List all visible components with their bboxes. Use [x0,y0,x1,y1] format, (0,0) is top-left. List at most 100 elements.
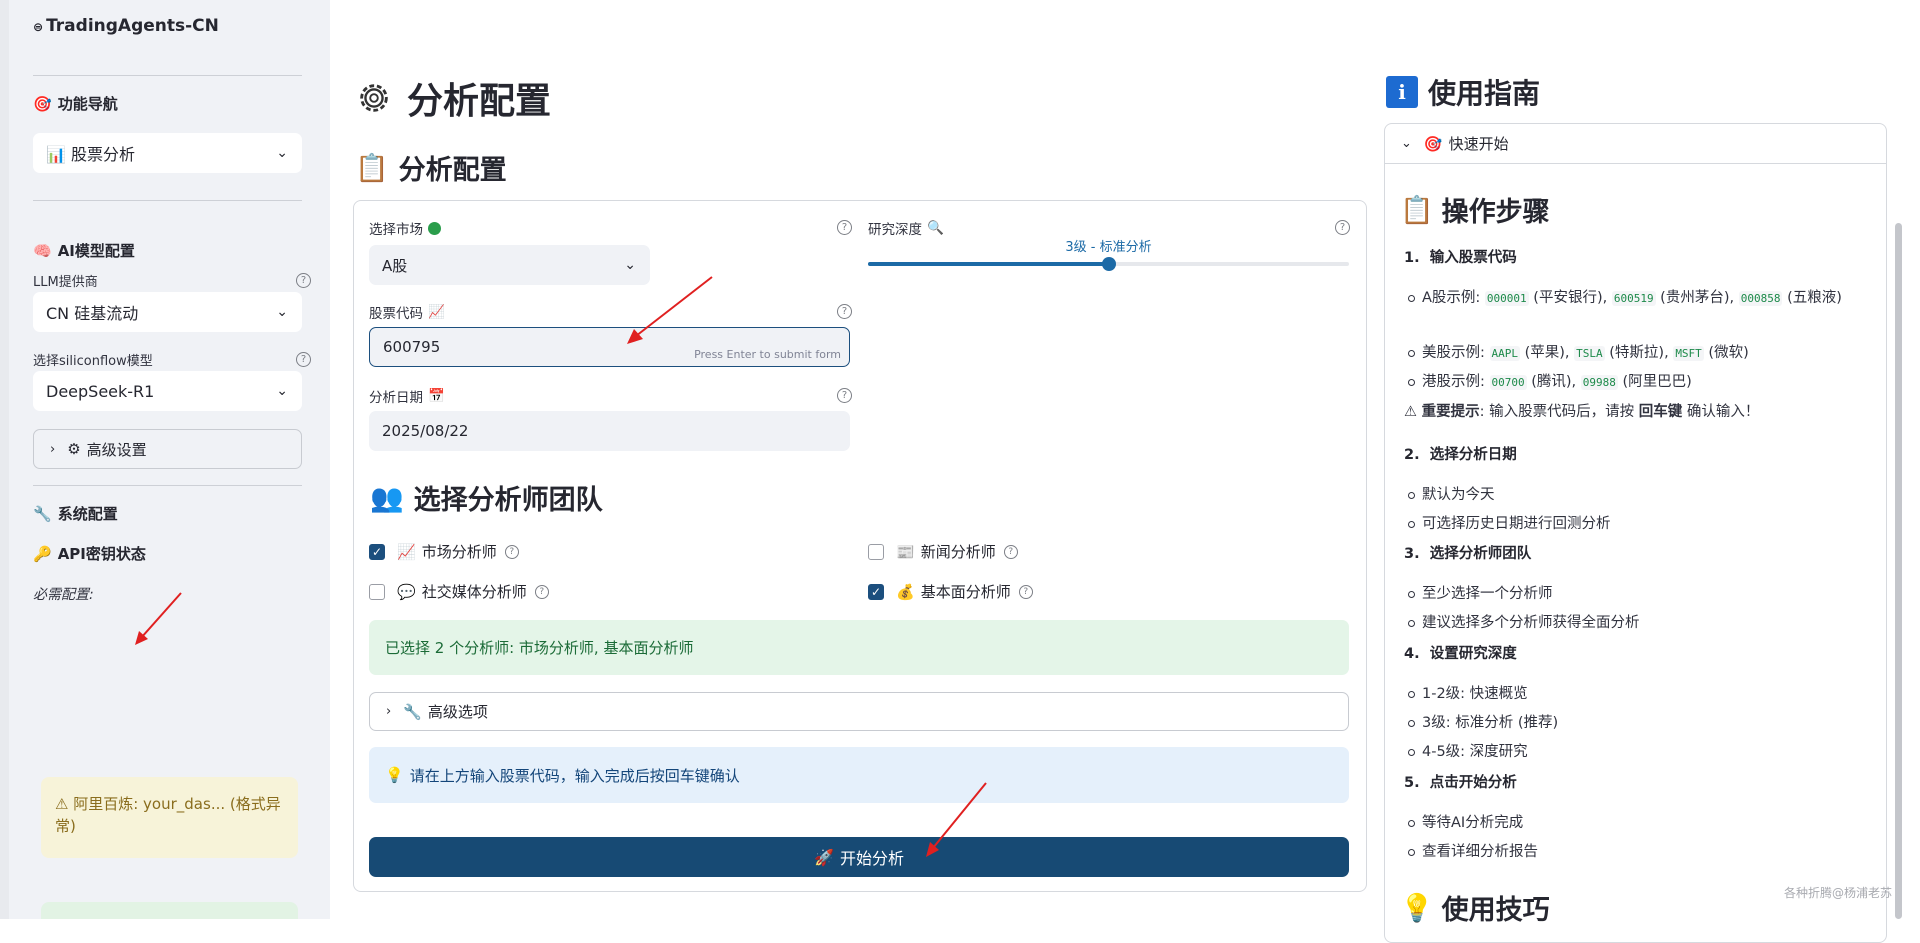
api-key-warning: ⚠ 阿里百炼: your_das... (格式异常) [41,777,298,858]
depth-slider-value: 3级 - 标准分析 [1065,240,1152,255]
api-status-heading: 🔑 API密钥状态 [33,544,146,564]
model-select[interactable]: DeepSeek-R1 ⌄ [33,371,302,411]
brain-icon: 🧠 [33,241,52,260]
gear-icon: ⚙ [67,440,81,458]
start-analysis-button[interactable]: 🚀 开始分析 [369,837,1349,877]
help-icon[interactable]: ? [837,304,852,319]
annotation-arrow [627,276,713,344]
advanced-options-expander[interactable]: › 🔧 高级选项 [369,692,1349,731]
chevron-down-icon: ⌄ [276,304,288,320]
checkbox[interactable]: ✓ [369,543,385,560]
help-icon[interactable]: ? [504,544,519,559]
scrollbar-thumb[interactable] [1895,223,1902,919]
status-box [41,902,298,919]
team-icon: 👥 [370,482,404,514]
system-config-heading: 🔧 系统配置 [33,504,118,524]
step-1: 1. 输入股票代码 [1404,250,1517,266]
ticker-code: 600519 [1611,291,1656,306]
step-4-c: 4-5级: 深度研究 [1408,741,1528,763]
step-4-a: 1-2级: 快速概览 [1408,683,1528,705]
key-icon: 🔑 [33,544,52,563]
quick-start-header[interactable]: ⌄ 🎯 快速开始 [1385,124,1886,164]
checkbox[interactable] [369,583,385,600]
selected-analysts-alert: 已选择 2 个分析师: 市场分析师, 基本面分析师 [369,620,1349,675]
analyst-market-checkbox[interactable]: ✓ 📈 市场分析师 ? [369,541,519,562]
step-2: 2. 选择分析日期 [1404,447,1517,463]
checkbox[interactable] [868,543,884,560]
step-5-a: 等待AI分析完成 [1407,812,1523,834]
wrench-icon: 🔧 [403,702,422,721]
money-bag-icon: 💰 [896,582,915,601]
analyst-fundamental-checkbox[interactable]: ✓ 💰 基本面分析师 ? [868,581,1033,602]
checkbox[interactable]: ✓ [868,583,884,600]
advanced-settings-expander[interactable]: › ⚙ 高级设置 [33,429,302,469]
slider-thumb[interactable] [1101,257,1116,271]
warning-icon: ⚠ [1404,404,1417,420]
required-config-label: 必需配置: [33,587,94,603]
market-select[interactable]: A股 ⌄ [369,245,650,285]
step-1-tip: ⚠ 重要提示: 输入股票代码后，请按 回车键 确认输入！ [1404,404,1760,420]
chevron-right-icon: › [386,704,392,719]
stock-code-input[interactable]: 600795 Press Enter to submit form [369,327,850,367]
llm-provider-select[interactable]: CN 硅基流动 ⌄ [33,292,302,332]
guide-title: i 使用指南 [1386,72,1540,112]
help-icon[interactable]: ? [296,352,311,367]
chart-up-icon: 📈 [428,304,445,320]
step-2-a: 默认为今天 [1408,484,1495,506]
help-icon[interactable]: ? [1335,220,1350,235]
page-title: 分析配置 [355,72,551,124]
steps-title: 📋 操作步骤 [1400,194,1550,229]
step-3-b: 建议选择多个分析师获得全面分析 [1408,612,1640,634]
date-input[interactable]: 2025/08/22 [369,411,850,451]
magnifier-icon: 🔍 [927,220,944,236]
info-alert: 💡 请在上方输入股票代码，输入完成后按回车键确认 [369,747,1349,803]
step-1-hk-shares: 港股示例: 00700 (腾讯), 09988 (阿里巴巴) [1408,371,1692,394]
target-icon: 🎯 [1423,134,1443,153]
step-1-us-shares: 美股示例: AAPL (苹果), TSLA (特斯拉), MSFT (微软) [1408,342,1749,365]
calendar-icon: 📅 [428,388,445,404]
help-icon[interactable]: ? [1003,544,1018,559]
chevron-down-icon: ⌄ [1401,136,1412,151]
divider [33,200,302,201]
help-icon[interactable]: ? [1018,584,1033,599]
team-title: 👥 选择分析师团队 [370,482,603,517]
analyst-news-checkbox[interactable]: 📰 新闻分析师 ? [868,541,1018,562]
ticker-code: 000858 [1738,291,1783,306]
ai-model-heading: 🧠 AI模型配置 [33,241,135,261]
step-3-a: 至少选择一个分析师 [1408,583,1553,605]
help-icon[interactable]: ? [534,584,549,599]
ticker-code: MSFT [1673,346,1704,361]
llm-provider-label: LLM提供商 [33,275,98,290]
annotation-arrow [135,592,182,645]
rocket-icon: 🚀 [814,847,834,867]
ticker-code: AAPL [1489,346,1520,361]
nav-select[interactable]: 📊 股票分析 ⌄ [33,133,302,173]
speech-bubble-icon: 💬 [397,582,416,601]
chevron-right-icon: › [50,441,56,457]
ticker-code: 09988 [1580,375,1618,390]
step-3: 3. 选择分析师团队 [1404,546,1532,562]
section-title: 📋 分析配置 [355,152,507,187]
depth-label: 研究深度 🔍 [868,220,944,238]
divider [33,485,302,486]
step-4: 4. 设置研究深度 [1404,646,1517,662]
depth-slider[interactable] [868,257,1349,271]
input-hint: Press Enter to submit form [694,348,841,361]
warning-icon: ⚠ [55,795,69,813]
step-1-a-shares: A股示例: 000001 (平安银行), 600519 (贵州茅台), 0008… [1408,287,1872,310]
ticker-code: 000001 [1484,291,1529,306]
analyst-social-checkbox[interactable]: 💬 社交媒体分析师 ? [369,581,549,602]
help-icon[interactable]: ? [296,273,311,288]
step-2-b: 可选择历史日期进行回测分析 [1408,513,1611,535]
sidebar: ⊜ TradingAgents-CN 🎯 功能导航 📊 股票分析 ⌄ 🧠 AI模型配置… [0,0,330,919]
wrench-icon: 🔧 [33,504,52,523]
clipboard-icon: 📋 [1400,194,1434,226]
date-label: 分析日期 📅 [369,388,445,406]
help-icon[interactable]: ? [837,388,852,403]
nav-heading: 🎯 功能导航 [33,94,118,114]
model-label: 选择siliconflow模型 [33,354,153,369]
chevron-down-icon: ⌄ [276,145,288,161]
step-5-b: 查看详细分析报告 [1408,841,1538,863]
divider [33,75,302,76]
help-icon[interactable]: ? [837,220,852,235]
